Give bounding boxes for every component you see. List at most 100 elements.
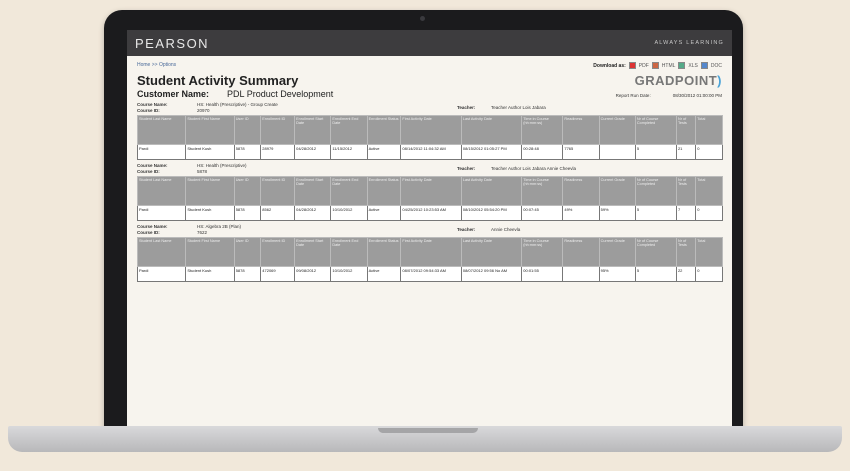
column-header[interactable]: Enrollment Start Date xyxy=(294,176,332,206)
table-cell: 10/10/2012 xyxy=(330,266,368,282)
course-id-label: Course ID: xyxy=(137,108,160,113)
table-cell: 04/25/2012 10:23:53 AM xyxy=(400,205,462,221)
gradpoint-logo: GRADPOINT) xyxy=(634,73,722,88)
table-header-row: Student Last Name Student First Name User … xyxy=(136,176,723,206)
column-header[interactable]: User ID xyxy=(233,237,262,267)
table-cell: 0 xyxy=(695,205,723,221)
table-cell: Active xyxy=(366,266,402,282)
table-cell: 10/10/2012 xyxy=(330,205,368,221)
table-row: Pardi Student Kush 5878 8562 04/28/2012 10/10… xyxy=(136,205,723,221)
column-header[interactable]: Nr of Course Completed xyxy=(634,115,677,145)
download-doc-link[interactable]: DOC xyxy=(711,63,722,69)
course-header: Course Name: Course ID: HS: Health (Prescr… xyxy=(137,163,722,175)
pdf-icon[interactable] xyxy=(628,62,636,69)
table-cell: 5878 xyxy=(233,205,262,221)
column-header[interactable]: First Activity Date xyxy=(400,237,462,267)
table-cell: 49% xyxy=(562,205,600,221)
column-header[interactable]: Time in Course (hh:mm:ss) xyxy=(521,115,564,145)
column-header[interactable]: Nr of Course Completed xyxy=(634,176,677,206)
column-header[interactable]: Student First Name xyxy=(185,115,235,145)
run-date: Report Run Date: 08/30/2012 01:00:00 PM xyxy=(615,93,722,98)
table-cell: Student Kush xyxy=(185,144,235,160)
column-header[interactable]: Nr of Course Completed xyxy=(634,237,677,267)
column-header[interactable]: Student First Name xyxy=(185,237,235,267)
page-title: Student Activity Summary xyxy=(137,73,299,88)
column-header[interactable]: Readiness xyxy=(562,115,600,145)
column-header[interactable]: Nr of Tests xyxy=(675,115,697,145)
table-cell: 04/28/2012 xyxy=(294,144,332,160)
course-sections: Course Name: Course ID: HS: Health (Prescr… xyxy=(136,102,723,282)
teacher-value: Annie Cheevla xyxy=(491,227,521,232)
laptop-notch xyxy=(378,428,478,433)
download-label: Download as: xyxy=(593,62,626,69)
column-header[interactable]: Current Grade xyxy=(598,176,636,206)
title-row: Student Activity Summary GRADPOINT) xyxy=(137,73,722,88)
table-cell: Active xyxy=(366,144,402,160)
column-header[interactable]: Enrollment Status xyxy=(366,115,402,145)
column-header[interactable]: Enrollment End Date xyxy=(330,115,368,145)
teacher-label: Teacher: xyxy=(457,227,476,232)
column-header[interactable]: Enrollment End Date xyxy=(330,237,368,267)
table-cell: Pardi xyxy=(136,205,187,221)
html-icon[interactable] xyxy=(651,62,659,69)
table-cell: 08/15/2012 01:05:27 PM xyxy=(460,144,523,160)
course-id-value: 7622 xyxy=(197,230,208,235)
doc-icon[interactable] xyxy=(700,62,708,69)
table-cell: 28979 xyxy=(260,144,296,160)
table-cell: 09/08/2012 xyxy=(294,266,332,282)
table-cell xyxy=(562,266,600,282)
column-header[interactable]: Time in Course (hh:mm:ss) xyxy=(521,237,564,267)
column-header[interactable]: Enrollment ID xyxy=(260,237,296,267)
table-row: Pardi Student Kush 5878 28979 04/28/2012 11/1… xyxy=(136,144,723,160)
column-header[interactable]: Enrollment Start Date xyxy=(294,115,332,145)
laptop-screen: PEARSON ALWAYS LEARNING Home >> Options … xyxy=(127,30,732,426)
activity-table: Student Last Name Student First Name User … xyxy=(136,237,723,282)
column-header[interactable]: Current Grade xyxy=(598,237,636,267)
column-header[interactable]: Total xyxy=(695,115,723,145)
column-header[interactable]: User ID xyxy=(233,176,262,206)
customer-value: PDL Product Development xyxy=(227,89,334,99)
table-cell: 04/28/2012 xyxy=(294,205,332,221)
column-header[interactable]: Current Grade xyxy=(598,115,636,145)
column-header[interactable]: Time in Course (hh:mm:ss) xyxy=(521,176,564,206)
download-pdf-link[interactable]: PDF xyxy=(639,63,649,69)
download-xls-link[interactable]: XLS xyxy=(688,63,697,69)
column-header[interactable]: Enrollment Status xyxy=(366,176,402,206)
teacher-label: Teacher: xyxy=(457,166,476,171)
column-header[interactable]: Readiness xyxy=(562,237,600,267)
table-cell: 5 xyxy=(634,266,677,282)
column-header[interactable]: Student Last Name xyxy=(136,176,187,206)
table-cell: 08/14/2012 11:04:32 AM xyxy=(400,144,462,160)
column-header[interactable]: First Activity Date xyxy=(400,115,462,145)
column-header[interactable]: Enrollment Status xyxy=(366,237,402,267)
camera-icon xyxy=(420,16,425,21)
table-cell: Student Kush xyxy=(185,205,235,221)
column-header[interactable]: Student First Name xyxy=(185,176,235,206)
download-html-link[interactable]: HTML xyxy=(662,63,676,69)
column-header[interactable]: Nr of Tests xyxy=(675,237,697,267)
column-header[interactable]: Last Activity Date xyxy=(460,115,523,145)
table-cell: Active xyxy=(366,205,402,221)
table-header-row: Student Last Name Student First Name User … xyxy=(136,237,723,267)
table-cell: 21 xyxy=(675,144,697,160)
column-header[interactable]: Total xyxy=(695,176,723,206)
column-header[interactable]: Enrollment Start Date xyxy=(294,237,332,267)
breadcrumb[interactable]: Home >> Options xyxy=(137,62,176,69)
column-header[interactable]: First Activity Date xyxy=(400,176,462,206)
column-header[interactable]: User ID xyxy=(233,115,262,145)
column-header[interactable]: Last Activity Date xyxy=(460,237,523,267)
column-header[interactable]: Last Activity Date xyxy=(460,176,523,206)
column-header[interactable]: Enrollment End Date xyxy=(330,176,368,206)
table-cell: 08/10/2012 05:54:20 PM xyxy=(460,205,523,221)
column-header[interactable]: Nr of Tests xyxy=(675,176,697,206)
xls-icon[interactable] xyxy=(678,62,686,69)
teacher-value: Teacher Author Lois Jabara Annie Cheevla xyxy=(491,166,577,171)
download-bar: Download as: PDF HTML XLS DOC xyxy=(593,62,722,69)
column-header[interactable]: Student Last Name xyxy=(136,237,187,267)
column-header[interactable]: Enrollment ID xyxy=(260,115,296,145)
column-header[interactable]: Total xyxy=(695,237,723,267)
column-header[interactable]: Enrollment ID xyxy=(260,176,296,206)
column-header[interactable]: Readiness xyxy=(562,176,600,206)
table-cell: 95% xyxy=(598,266,636,282)
column-header[interactable]: Student Last Name xyxy=(136,115,187,145)
